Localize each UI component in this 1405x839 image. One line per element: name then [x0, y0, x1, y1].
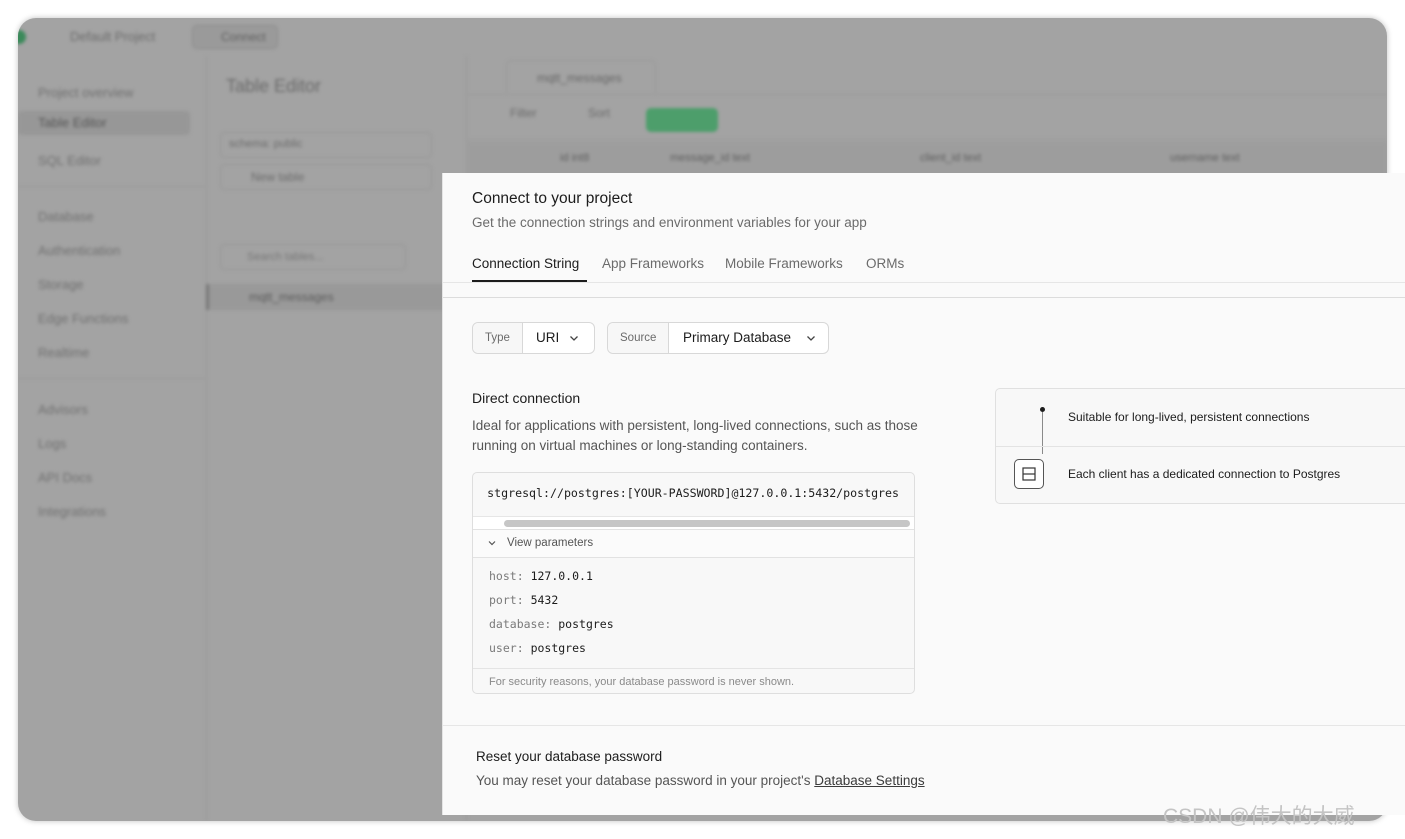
watermark: CSDN @伟大的大威 [1163, 805, 1355, 828]
database-settings-link[interactable]: Database Settings [814, 773, 924, 788]
column-header[interactable]: message_id text [670, 152, 750, 164]
divider [18, 378, 206, 379]
divider [996, 446, 1405, 447]
grid-header: id int8 message_id text client_id text u… [466, 142, 1387, 177]
logo-icon [18, 30, 26, 44]
divider [18, 186, 206, 187]
filter-button[interactable]: Filter [510, 106, 537, 120]
divider [443, 282, 1405, 283]
connect-button[interactable]: Connect [192, 25, 278, 49]
column-header[interactable]: id int8 [560, 152, 589, 164]
tab-orms[interactable]: ORMs [866, 256, 904, 271]
type-select[interactable]: Type URI [472, 322, 595, 354]
database-icon [1014, 459, 1044, 489]
tab-connection-string[interactable]: Connection String [472, 256, 579, 271]
connection-params: host: 127.0.0.1 port: 5432 database: pos… [489, 569, 614, 665]
dialog-subtitle: Get the connection strings and environme… [472, 215, 867, 230]
sidebar-item-storage[interactable]: Storage [38, 277, 84, 292]
source-label: Source [608, 323, 670, 353]
schema-select[interactable]: schema: public [220, 132, 432, 158]
scrollbar-thumb[interactable] [504, 520, 910, 527]
sidebar-item-realtime[interactable]: Realtime [38, 345, 89, 360]
param-database: database: postgres [489, 617, 614, 631]
new-table-button[interactable]: New table [220, 164, 432, 190]
table-list-item[interactable]: mqtt_messages [206, 284, 458, 310]
divider [443, 725, 1405, 726]
sidebar: Project overview Table Editor SQL Editor… [18, 56, 207, 821]
tab-app-frameworks[interactable]: App Frameworks [602, 256, 704, 271]
sidebar-item-project-overview[interactable]: Project overview [38, 85, 133, 100]
timeline-line [1042, 412, 1043, 454]
connection-uri[interactable]: stgresql://postgres:[YOUR-PASSWORD]@127.… [473, 486, 914, 504]
reset-password-description: You may reset your database password in … [476, 773, 925, 788]
horizontal-scrollbar[interactable] [473, 516, 914, 529]
dialog-title: Connect to your project [472, 190, 633, 207]
table-tab[interactable]: mqtt_messages [506, 60, 656, 94]
divider [443, 297, 1405, 298]
view-parameters-toggle[interactable]: View parameters [473, 529, 914, 558]
direct-connection-title: Direct connection [472, 390, 581, 406]
param-port: port: 5432 [489, 593, 559, 607]
connection-string-box: stgresql://postgres:[YOUR-PASSWORD]@127.… [472, 472, 915, 694]
column-header[interactable]: client_id text [920, 152, 981, 164]
chevron-down-icon [570, 336, 578, 341]
tab-mobile-frameworks[interactable]: Mobile Frameworks [725, 256, 843, 271]
sort-button[interactable]: Sort [588, 106, 610, 120]
feature-dedicated-connection: Each client has a dedicated connection t… [1068, 467, 1341, 481]
column-header[interactable]: username text [1170, 152, 1240, 164]
top-bar: Default Project Connect [18, 18, 1387, 56]
type-value: URI [536, 330, 560, 345]
param-host: host: 127.0.0.1 [489, 569, 593, 583]
sidebar-item-authentication[interactable]: Authentication [38, 243, 120, 258]
sidebar-item-advisors[interactable]: Advisors [38, 402, 88, 417]
reset-password-title: Reset your database password [476, 749, 663, 764]
sidebar-item-sql-editor[interactable]: SQL Editor [38, 153, 101, 168]
source-value: Primary Database [683, 330, 792, 345]
project-name[interactable]: Default Project [70, 29, 155, 44]
insert-button[interactable] [646, 108, 718, 132]
sidebar-item-api-docs[interactable]: API Docs [38, 470, 92, 485]
feature-long-lived: Suitable for long-lived, persistent conn… [1068, 410, 1310, 424]
connection-features: Suitable for long-lived, persistent conn… [995, 388, 1405, 504]
security-note: For security reasons, your database pass… [473, 668, 914, 693]
type-label: Type [473, 323, 523, 353]
connect-dialog: Connect to your project Get the connecti… [442, 173, 1405, 815]
chevron-down-icon [807, 336, 815, 341]
sidebar-item-edge-functions[interactable]: Edge Functions [38, 311, 128, 326]
param-user: user: postgres [489, 641, 586, 655]
sidebar-item-logs[interactable]: Logs [38, 436, 66, 451]
source-select[interactable]: Source Primary Database [607, 322, 829, 354]
table-list-panel: Table Editor schema: public New table Se… [206, 56, 467, 821]
sidebar-item-table-editor[interactable]: Table Editor [18, 111, 190, 135]
direct-connection-description: Ideal for applications with persistent, … [472, 418, 918, 453]
panel-title: Table Editor [226, 76, 322, 96]
table-toolbar: Filter Sort [466, 94, 1387, 140]
sidebar-item-integrations[interactable]: Integrations [38, 504, 106, 519]
chevron-down-icon [488, 541, 496, 546]
search-tables-input[interactable]: Search tables... [220, 244, 406, 270]
sidebar-item-database[interactable]: Database [38, 209, 94, 224]
